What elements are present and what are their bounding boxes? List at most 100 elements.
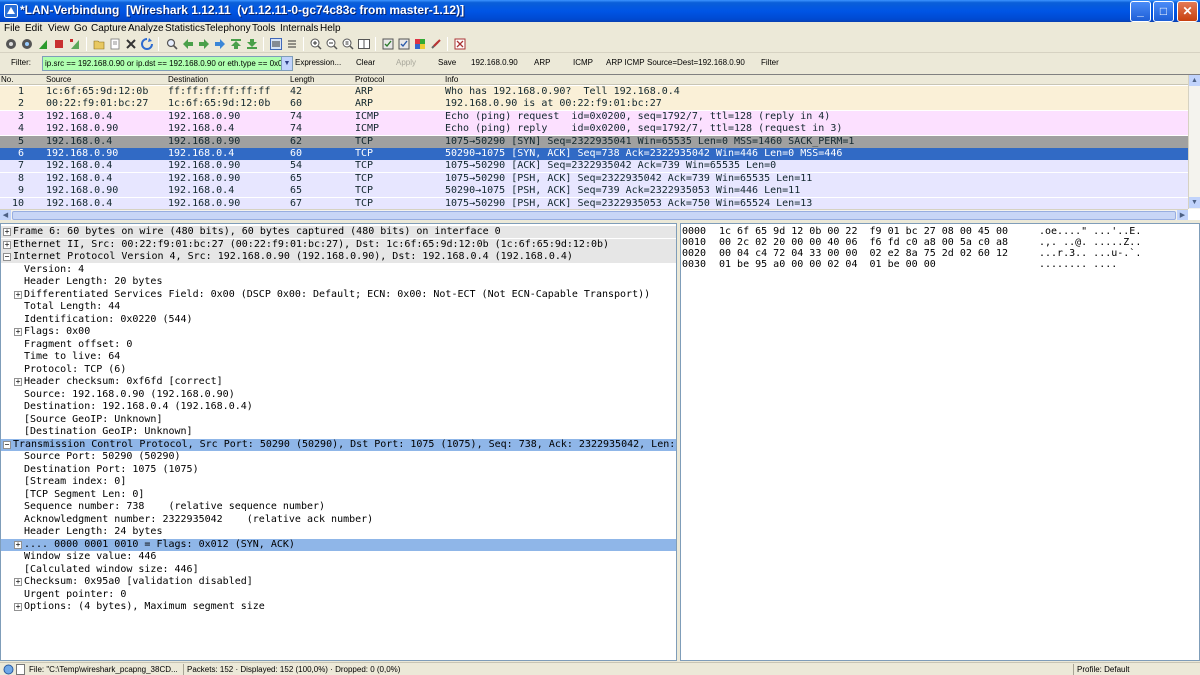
tree-section[interactable]: − Transmission Control Protocol, Src Port… — [1, 438, 676, 451]
expand-icon[interactable]: + — [3, 228, 11, 236]
expert-info-icon[interactable] — [3, 664, 14, 675]
packet-row[interactable]: 9 192.168.0.90 192.168.0.4 65 TCP 50290→1075 … — [0, 185, 1188, 198]
menu-go[interactable]: Go — [74, 22, 87, 35]
collapse-icon[interactable]: − — [3, 440, 11, 449]
packet-row[interactable]: 6 192.168.0.90 192.168.0.4 60 TCP 50290→1075 … — [0, 148, 1188, 160]
tree-field[interactable]: Urgent pointer: 0 — [1, 589, 676, 601]
column-header-protocol[interactable]: Protocol — [355, 75, 384, 85]
close-file-icon[interactable] — [125, 38, 137, 50]
tree-field[interactable]: Identification: 0x0220 (544) — [1, 314, 676, 326]
open-file-icon[interactable] — [93, 38, 105, 50]
expand-icon[interactable]: + — [14, 290, 22, 299]
go-forward-icon[interactable] — [198, 38, 210, 50]
save-button[interactable]: Save — [438, 58, 456, 67]
coloring-rules-icon[interactable] — [414, 38, 426, 50]
tree-field[interactable]: [Calculated window size: 446] — [1, 564, 676, 576]
close-button[interactable]: ✕ — [1177, 1, 1198, 22]
tree-section[interactable]: − Internet Protocol Version 4, Src: 192.1… — [1, 251, 676, 263]
expand-icon[interactable]: + — [14, 578, 22, 586]
clear-button[interactable]: Clear — [356, 58, 375, 67]
tree-field[interactable]: Source Port: 50290 (50290) — [1, 451, 676, 463]
preferences-icon[interactable] — [430, 38, 442, 50]
apply-button[interactable]: Apply — [396, 58, 416, 67]
column-header-length[interactable]: Length — [290, 75, 314, 85]
capture-comment-icon[interactable] — [16, 664, 25, 675]
start-capture-icon[interactable] — [37, 38, 49, 50]
status-profile[interactable]: Profile: Default — [1077, 664, 1129, 675]
tree-field[interactable]: Fragment offset: 0 — [1, 339, 676, 351]
colorize-icon[interactable] — [270, 38, 282, 50]
menu-internals[interactable]: Internals — [280, 22, 318, 35]
column-header-info[interactable]: Info — [445, 75, 458, 85]
minimize-button[interactable]: _ — [1130, 1, 1151, 22]
help-icon[interactable] — [454, 38, 466, 50]
tree-field[interactable]: Version: 4 — [1, 264, 676, 276]
tree-field[interactable]: Destination: 192.168.0.4 (192.168.0.4) — [1, 401, 676, 413]
tree-field[interactable]: [Destination GeoIP: Unknown] — [1, 426, 676, 438]
expand-icon[interactable]: + — [14, 378, 22, 386]
display-filters-icon[interactable] — [398, 38, 410, 50]
go-first-icon[interactable] — [230, 38, 242, 50]
hex-row[interactable]: 0000 1c 6f 65 9d 12 0b 00 22 f9 01 bc 27 … — [681, 226, 1199, 237]
find-packet-icon[interactable] — [166, 38, 178, 50]
hex-row[interactable]: 0030 01 be 95 a0 00 00 02 04 01 be 00 00.… — [681, 259, 1199, 270]
expand-icon[interactable]: + — [14, 328, 22, 336]
packet-row[interactable]: 7 192.168.0.4 192.168.0.90 54 TCP 1075→50290 … — [0, 160, 1188, 173]
quick-filter-arp[interactable]: ARP — [534, 58, 550, 67]
column-header-source[interactable]: Source — [46, 75, 71, 85]
packet-row[interactable]: 10 192.168.0.4 192.168.0.90 67 TCP 1075→50290… — [0, 197, 1188, 210]
packet-row[interactable]: 4 192.168.0.90 192.168.0.4 74 ICMP Echo (ping… — [0, 123, 1188, 136]
resize-columns-icon[interactable] — [358, 38, 370, 50]
tree-section[interactable]: + Ethernet II, Src: 00:22:f9:01:bc:27 (00… — [1, 238, 676, 251]
column-header-no[interactable]: No. — [1, 75, 13, 85]
tree-field[interactable]: Time to live: 64 — [1, 351, 676, 363]
zoom-out-icon[interactable] — [326, 38, 338, 50]
go-back-icon[interactable] — [182, 38, 194, 50]
menu-statistics[interactable]: Statistics — [165, 22, 205, 35]
packet-row[interactable]: 5 192.168.0.4 192.168.0.90 62 TCP 1075→50290 … — [0, 135, 1188, 148]
menu-edit[interactable]: Edit — [25, 22, 42, 35]
tree-field[interactable]: Protocol: TCP (6) — [1, 364, 676, 376]
restart-capture-icon[interactable] — [69, 38, 81, 50]
column-header-destination[interactable]: Destination — [168, 75, 208, 85]
tree-field[interactable]: +.... 0000 0001 0010 = Flags: 0x012 (SYN… — [1, 538, 676, 551]
display-filter-input[interactable]: ip.src == 192.168.0.90 or ip.dst == 192.… — [42, 56, 282, 71]
tree-field[interactable]: Sequence number: 738 (relative sequence … — [1, 501, 676, 513]
filter-history-dropdown[interactable]: ▼ — [281, 56, 293, 71]
packet-details-tree[interactable]: + Frame 6: 60 bytes on wire (480 bits), 6… — [0, 223, 677, 661]
packet-list[interactable]: No. Source Destination Length Protocol I… — [0, 74, 1200, 221]
stop-capture-icon[interactable] — [53, 38, 65, 50]
tree-field[interactable]: + Options: (4 bytes), Maximum segment siz… — [1, 601, 676, 613]
reload-icon[interactable] — [141, 38, 153, 50]
tree-field[interactable]: Acknowledgment number: 2322935042 (relat… — [1, 514, 676, 526]
go-to-packet-icon[interactable] — [214, 38, 226, 50]
packet-row[interactable]: 8 192.168.0.4 192.168.0.90 65 TCP 1075→50290 … — [0, 172, 1188, 185]
tree-field[interactable]: Header Length: 24 bytes — [1, 526, 676, 538]
menu-help[interactable]: Help — [320, 22, 341, 35]
menu-capture[interactable]: Capture — [91, 22, 127, 35]
tree-field[interactable]: + Checksum: 0x95a0 [validation disabled] — [1, 576, 676, 588]
expression-button[interactable]: Expression... — [295, 58, 341, 67]
options-icon[interactable] — [21, 38, 33, 50]
tree-field[interactable]: + Flags: 0x00 — [1, 326, 676, 338]
normal-size-icon[interactable] — [342, 38, 354, 50]
hex-row[interactable]: 0020 00 04 c4 72 04 33 00 00 02 e2 8a 75 … — [681, 248, 1199, 259]
tree-field[interactable]: [Source GeoIP: Unknown] — [1, 414, 676, 426]
tree-field[interactable]: Total Length: 44 — [1, 301, 676, 313]
expand-icon[interactable]: + — [14, 540, 22, 549]
interfaces-icon[interactable] — [5, 38, 17, 50]
packet-bytes-pane[interactable]: 0000 1c 6f 65 9d 12 0b 00 22 f9 01 bc 27 … — [680, 223, 1200, 661]
tree-field[interactable]: Destination Port: 1075 (1075) — [1, 464, 676, 476]
menu-telephony[interactable]: Telephony — [205, 22, 251, 35]
collapse-icon[interactable]: − — [3, 253, 11, 261]
tree-field[interactable]: Source: 192.168.0.90 (192.168.0.90) — [1, 389, 676, 401]
quick-filter-filter[interactable]: Filter — [761, 58, 779, 67]
go-last-icon[interactable] — [246, 38, 258, 50]
save-file-icon[interactable] — [109, 38, 121, 50]
packet-row[interactable]: 2 00:22:f9:01:bc:27 1c:6f:65:9d:12:0b 60 ARP… — [0, 98, 1188, 111]
menu-file[interactable]: File — [4, 22, 20, 35]
tree-field[interactable]: [TCP Segment Len: 0] — [1, 489, 676, 501]
packet-row[interactable]: 3 192.168.0.4 192.168.0.90 74 ICMP Echo (ping… — [0, 110, 1188, 123]
tree-field[interactable]: + Header checksum: 0xf6fd [correct] — [1, 376, 676, 388]
quick-filter-source-dest[interactable]: Source=Dest=192.168.0.90 — [647, 58, 745, 67]
